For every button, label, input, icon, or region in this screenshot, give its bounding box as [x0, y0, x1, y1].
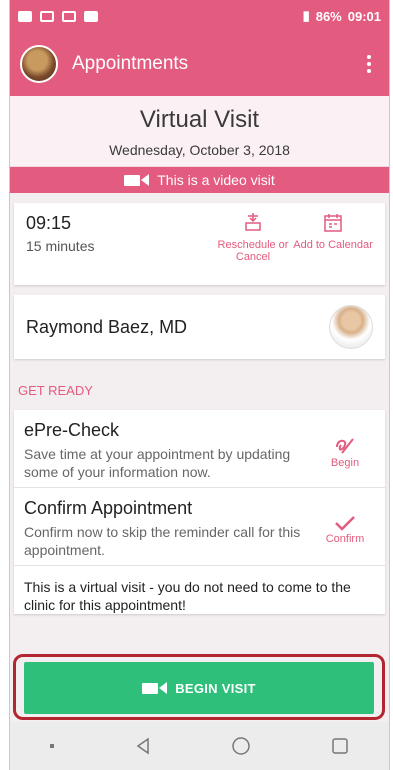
signature-icon	[336, 437, 354, 454]
reschedule-button[interactable]: Reschedule or Cancel	[213, 213, 293, 275]
visit-header: Virtual Visit Wednesday, October 3, 2018	[10, 96, 389, 167]
app-bar: Appointments	[10, 32, 389, 96]
home-icon[interactable]	[231, 736, 251, 756]
battery-text: 86%	[315, 8, 342, 24]
status-right: ▮ 86% 09:01	[303, 8, 381, 24]
begin-visit-button[interactable]: BEGIN VISIT	[24, 662, 374, 714]
confirm-button[interactable]: Confirm	[315, 498, 375, 559]
begin-precheck-button[interactable]: Begin	[315, 420, 375, 481]
task-action-label: Confirm	[325, 532, 365, 545]
task-description: Save time at your appointment by updatin…	[24, 446, 291, 480]
notification-icon	[40, 10, 54, 22]
more-options-icon[interactable]	[359, 50, 379, 78]
video-camera-icon	[142, 682, 168, 694]
notification-icon	[84, 10, 98, 22]
task-list: ePre-Check Save time at your appointment…	[14, 410, 385, 614]
visit-type: Virtual Visit	[139, 106, 260, 133]
avatar[interactable]	[20, 45, 58, 83]
notification-icon	[18, 10, 32, 22]
calendar-label: Add to Calendar	[293, 239, 373, 251]
add-to-calendar-button[interactable]: Add to Calendar	[293, 213, 373, 275]
appointment-duration: 15 minutes	[26, 238, 95, 254]
task-title: Confirm Appointment	[24, 498, 193, 518]
status-bar: ▮ 86% 09:01	[10, 0, 389, 32]
video-banner-text: This is a video visit	[157, 172, 275, 188]
video-banner: This is a video visit	[10, 167, 389, 193]
clock: 09:01	[347, 8, 381, 24]
app-title: Appointments	[72, 53, 189, 74]
signal-icon: ▮	[302, 8, 310, 23]
appointment-time: 09:15	[26, 213, 72, 233]
phone-screen: ▮ 86% 09:01 Appointments Virtual Visit W…	[9, 0, 390, 770]
task-epre-check[interactable]: ePre-Check Save time at your appointment…	[14, 410, 385, 488]
task-title: ePre-Check	[24, 420, 120, 440]
provider-card[interactable]: Raymond Baez, MD	[14, 295, 385, 359]
provider-name: Raymond Baez, MD	[26, 316, 188, 337]
notification-icon	[62, 10, 76, 22]
back-icon[interactable]	[134, 737, 152, 755]
video-camera-icon	[124, 174, 150, 186]
calendar-icon	[324, 214, 342, 232]
recents-icon[interactable]	[331, 737, 349, 755]
checkmark-icon	[335, 515, 355, 531]
provider-photo	[329, 305, 373, 349]
nav-indicator	[49, 744, 54, 748]
appointment-time-card: 09:15 15 minutes Reschedule or Cancel Ad…	[14, 203, 385, 285]
task-description: Confirm now to skip the reminder call fo…	[24, 524, 301, 558]
reschedule-icon	[245, 213, 261, 231]
android-nav-bar	[10, 722, 389, 770]
section-heading: GET READY	[18, 383, 93, 398]
notification-icons	[18, 10, 98, 22]
visit-date: Wednesday, October 3, 2018	[109, 142, 290, 158]
begin-visit-label: BEGIN VISIT	[175, 680, 256, 696]
reschedule-label: Reschedule or Cancel	[217, 239, 289, 263]
virtual-visit-notice: This is a virtual visit - you do not nee…	[24, 579, 351, 613]
task-action-label: Begin	[330, 456, 360, 469]
task-confirm-appointment[interactable]: Confirm Appointment Confirm now to skip …	[14, 488, 385, 566]
